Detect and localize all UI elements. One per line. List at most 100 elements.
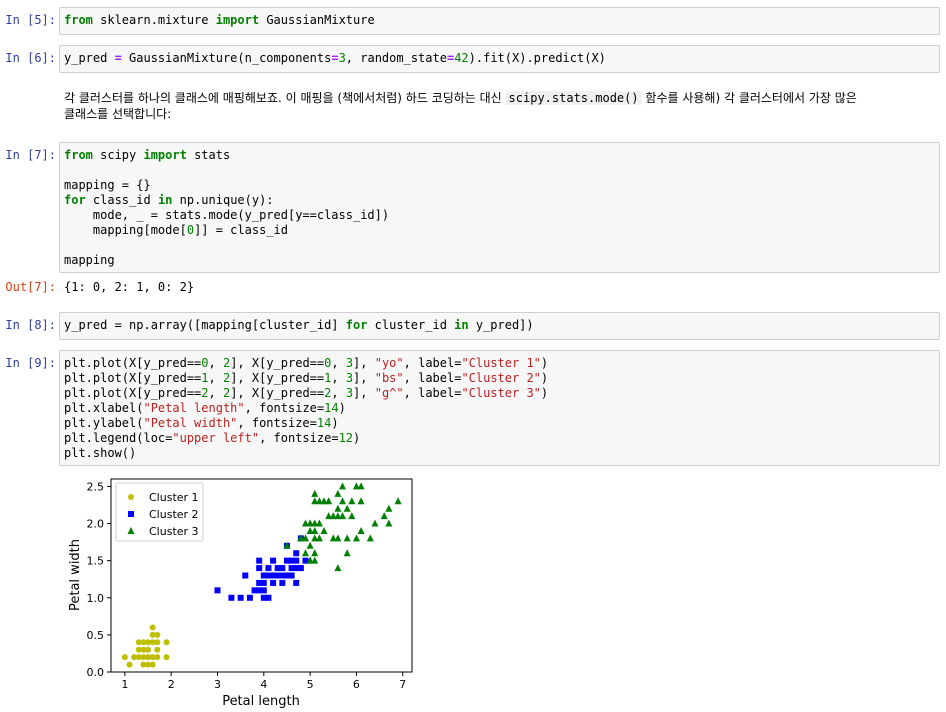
keyword: from — [64, 148, 93, 162]
markdown-text: 각 클러스터를 하나의 클래스에 매핑해보죠. 이 매핑을 (책에서처럼) 하드… — [64, 91, 506, 105]
code-text: , — [331, 386, 346, 400]
code-text: , fontsize= — [244, 401, 325, 415]
cluster-1-point — [149, 661, 156, 668]
y-tick-label: 0.5 — [87, 629, 105, 642]
legend-label: Cluster 3 — [149, 525, 199, 538]
cluster-1-point — [121, 654, 128, 661]
x-tick-label: 7 — [399, 678, 406, 691]
code-text: , — [208, 386, 223, 400]
cluster-2-point — [260, 579, 267, 586]
cluster-2-point — [265, 594, 272, 601]
cluster-1-point — [154, 654, 161, 661]
code-text: scipy — [92, 148, 144, 162]
number: 2 — [201, 386, 209, 400]
legend-marker-2 — [128, 511, 134, 517]
input-prompt-8: In [8]: — [5, 318, 56, 332]
cluster-2-point — [293, 550, 300, 557]
scatter-plot: 1 2 3 4 5 6 70.00.51.01.52.02.5 Cluster 1Clust… — [68, 478, 413, 709]
string: "upper left" — [172, 431, 260, 445]
number: 3 — [345, 371, 354, 385]
code-text: sklearn.mixture — [92, 13, 216, 27]
code-text: plt.plot(X[y_pred== — [64, 386, 202, 400]
number: 1 — [201, 371, 209, 385]
number: 3 — [338, 51, 346, 65]
legend-marker-1 — [128, 494, 134, 500]
keyword: import — [143, 148, 187, 162]
cluster-2-point — [237, 594, 244, 601]
code-line: mapping = {} — [64, 178, 151, 192]
code-cell-6[interactable]: y_pred = GaussianMixture(n_components=3,… — [59, 45, 940, 73]
code-cell-7[interactable]: from scipy import stats mapping = {} for c… — [59, 142, 940, 273]
code-text: , label= — [403, 356, 462, 370]
string: "Cluster 2" — [461, 371, 541, 385]
code-text: GaussianMixture(n_components — [121, 51, 332, 65]
keyword: in — [454, 318, 469, 332]
operator: = — [114, 51, 122, 65]
code-text: ) — [338, 401, 346, 415]
cluster-1-point — [145, 654, 152, 661]
number: 3 — [345, 386, 354, 400]
markdown-text: 함수를 사용해) 각 클러스터에서 가장 많은 — [641, 91, 857, 105]
code-cell-8[interactable]: y_pred = np.array([mapping[cluster_id] f… — [59, 312, 940, 340]
cluster-2-point — [260, 587, 267, 594]
cluster-2-point — [274, 565, 281, 572]
code-text: , — [208, 371, 223, 385]
number: 14 — [324, 401, 339, 415]
code-text: , fontsize= — [237, 416, 317, 430]
cluster-2-point — [270, 557, 277, 564]
y-tick-label: 0.0 — [87, 666, 105, 679]
legend: Cluster 1 Cluster 2 Cluster 3 — [115, 482, 204, 542]
code-text: ]] = class_id — [194, 223, 288, 237]
string: "yo" — [374, 356, 404, 370]
x-axis-label: Petal length — [222, 694, 300, 709]
x-tick-label: 6 — [353, 678, 360, 691]
code-line: mapping — [64, 253, 115, 267]
cluster-2-point — [256, 557, 263, 564]
cluster-2-point — [214, 587, 221, 594]
y-tick-label: 2.0 — [87, 518, 105, 531]
code-text: np.unique(y): — [172, 193, 274, 207]
legend-label: Cluster 1 — [149, 491, 199, 504]
keyword: import — [215, 13, 260, 27]
code-text: ], — [353, 386, 375, 400]
number: 14 — [316, 416, 332, 430]
code-cell-9[interactable]: plt.plot(X[y_pred==0, 2], X[y_pred==0, 3… — [59, 350, 940, 466]
keyword: from — [64, 13, 93, 27]
output-text-7: {1: 0, 2: 1, 0: 2} — [64, 280, 195, 294]
code-text: class_id — [85, 193, 158, 207]
number: 3 — [345, 356, 354, 370]
inline-code: scipy.stats.mode() — [505, 91, 642, 105]
code-text: , random_state — [345, 51, 447, 65]
code-line: mode, _ = stats.mode(y_pred[y==class_id]… — [64, 208, 390, 222]
code-text: , fontsize= — [259, 431, 339, 445]
cluster-2-point — [288, 572, 295, 579]
cluster-2-point — [270, 579, 277, 586]
code-text: plt.plot(X[y_pred== — [64, 356, 202, 370]
y-tick-label: 1.5 — [87, 555, 105, 568]
code-text: plt.xlabel( — [64, 401, 144, 415]
cluster-2-point — [246, 594, 253, 601]
keyword: for — [345, 318, 368, 332]
code-cell-5[interactable]: from sklearn.mixture import GaussianMixt… — [59, 7, 940, 35]
output-prompt-7: Out[7]: — [5, 280, 56, 294]
cluster-1-point — [154, 646, 161, 653]
string: "g^" — [374, 386, 404, 400]
x-tick-label: 2 — [168, 678, 175, 691]
number: 0 — [186, 223, 195, 237]
cluster-1-point — [149, 624, 156, 631]
string: "bs" — [374, 371, 404, 385]
cluster-2-point — [265, 565, 272, 572]
x-tick-label: 3 — [214, 678, 221, 691]
markdown-cell: 각 클러스터를 하나의 클래스에 매핑해보죠. 이 매핑을 (책에서처럼) 하드… — [64, 90, 934, 122]
y-tick-label: 2.5 — [87, 480, 105, 493]
y-axis-label: Petal width — [68, 539, 83, 611]
code-text: ).fit(X).predict(X) — [468, 51, 606, 65]
cluster-2-point — [228, 594, 235, 601]
code-text: plt.ylabel( — [64, 416, 144, 430]
operator: = — [331, 51, 339, 65]
code-text: , label= — [403, 386, 462, 400]
code-text: plt.plot(X[y_pred== — [64, 371, 202, 385]
code-line: plt.show() — [64, 446, 137, 460]
cluster-1-point — [163, 654, 170, 661]
code-text: , label= — [403, 371, 462, 385]
